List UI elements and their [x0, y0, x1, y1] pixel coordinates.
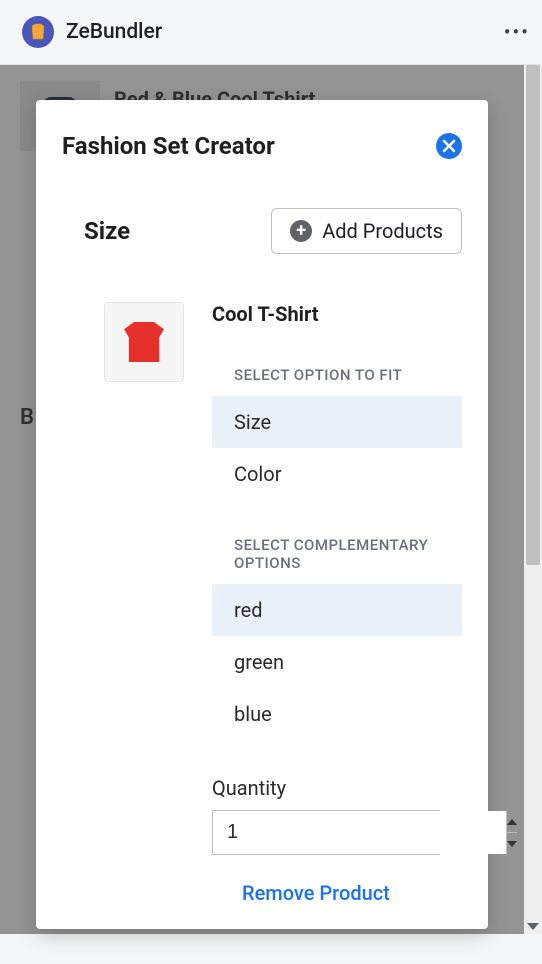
chevron-up-icon	[507, 819, 517, 825]
comp-option-blue[interactable]: blue	[212, 688, 462, 740]
quantity-input[interactable]	[213, 811, 506, 854]
product-details: Cool T-Shirt SELECT OPTION TO FIT Size C…	[212, 302, 462, 905]
close-button[interactable]	[436, 133, 462, 159]
more-menu-icon[interactable]: •••	[504, 22, 530, 42]
scrollbar-thumb[interactable]	[526, 65, 540, 565]
chevron-down-icon	[507, 841, 517, 847]
modal-header: Fashion Set Creator	[62, 132, 462, 160]
modal: Fashion Set Creator Size + Add Products …	[36, 100, 488, 929]
scroll-down-icon[interactable]	[527, 923, 539, 930]
comp-section-label: SELECT COMPLEMENTARY OPTIONS	[212, 536, 462, 572]
fit-option-size[interactable]: Size	[212, 396, 462, 448]
shirt-red-icon	[124, 322, 164, 362]
comp-option-green[interactable]: green	[212, 636, 462, 688]
fit-option-color[interactable]: Color	[212, 448, 462, 500]
product-thumb	[104, 302, 184, 382]
product-name: Cool T-Shirt	[212, 302, 462, 326]
quantity-row	[212, 810, 440, 855]
app-logo-icon	[22, 16, 54, 48]
quantity-spinners	[506, 811, 517, 854]
comp-option-list: red green blue	[212, 584, 462, 740]
quantity-up-button[interactable]	[507, 811, 517, 832]
close-icon	[442, 139, 456, 153]
app-title: ZeBundler	[66, 20, 162, 44]
scrollbar-track[interactable]	[524, 65, 542, 934]
app-header-left: ZeBundler	[22, 16, 162, 48]
comp-option-red[interactable]: red	[212, 584, 462, 636]
product-area: Cool T-Shirt SELECT OPTION TO FIT Size C…	[62, 302, 462, 905]
size-label: Size	[84, 217, 130, 245]
quantity-label: Quantity	[212, 776, 462, 800]
remove-product-link[interactable]: Remove Product	[212, 881, 390, 905]
app-header: ZeBundler •••	[0, 0, 542, 65]
size-row: Size + Add Products	[62, 208, 462, 254]
modal-title: Fashion Set Creator	[62, 132, 275, 160]
fit-option-list: Size Color	[212, 396, 462, 500]
fit-section-label: SELECT OPTION TO FIT	[212, 366, 462, 384]
add-products-label: Add Products	[322, 219, 443, 243]
add-products-button[interactable]: + Add Products	[271, 208, 462, 254]
plus-icon: +	[290, 220, 312, 242]
quantity-down-button[interactable]	[507, 832, 517, 854]
